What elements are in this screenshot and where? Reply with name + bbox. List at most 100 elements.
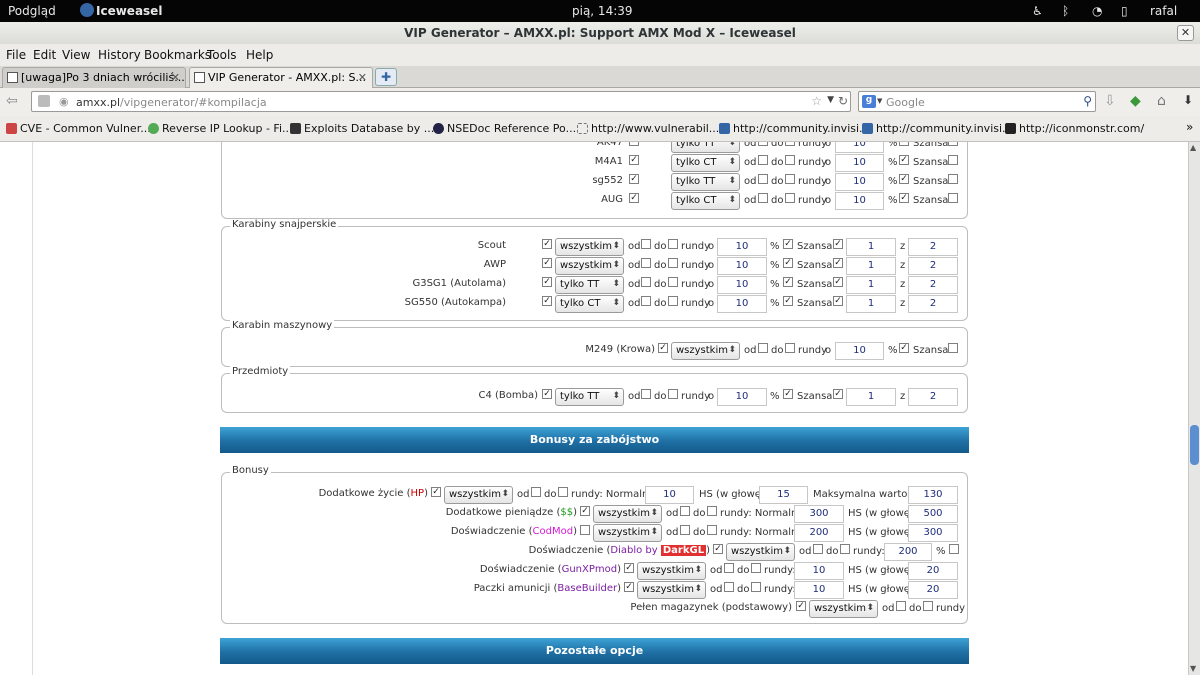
- money-headshot-input[interactable]: 500: [908, 505, 958, 523]
- from-round-checkbox[interactable]: [641, 296, 651, 306]
- team-select[interactable]: wszystkim: [671, 342, 740, 360]
- to-round-checkbox[interactable]: [668, 277, 678, 287]
- range-to-input[interactable]: 2: [908, 276, 958, 294]
- from-round-checkbox[interactable]: [724, 582, 734, 592]
- to-round-checkbox[interactable]: [785, 193, 795, 203]
- range-from-input[interactable]: 1: [846, 257, 896, 275]
- chance-extra-checkbox[interactable]: [948, 174, 958, 184]
- money-normal-input[interactable]: 300: [794, 505, 844, 523]
- vertical-scrollbar[interactable]: ▲ ▼: [1188, 142, 1200, 675]
- chance-checkbox[interactable]: ✓: [783, 296, 793, 306]
- from-round-checkbox[interactable]: [758, 174, 768, 184]
- menu-download-icon[interactable]: ⬇: [1183, 93, 1193, 107]
- bookmark-reverse-ip[interactable]: Reverse IP Lookup - Fi...: [148, 122, 293, 135]
- home-icon[interactable]: ⌂: [1157, 93, 1166, 109]
- to-round-checkbox[interactable]: [840, 544, 850, 554]
- tab-vip-generator[interactable]: VIP Generator - AMXX.pl: S... ✕: [189, 67, 373, 88]
- battery-icon[interactable]: ▯: [1121, 4, 1128, 18]
- google-engine-icon[interactable]: g: [862, 95, 876, 108]
- to-round-checkbox[interactable]: [785, 155, 795, 165]
- menu-bookmarks[interactable]: Bookmarks: [144, 48, 211, 62]
- range-to-input[interactable]: 2: [908, 257, 958, 275]
- weapon-enabled-checkbox[interactable]: ✓: [629, 142, 639, 146]
- codmod-headshot-input[interactable]: 300: [908, 524, 958, 542]
- addon-icon[interactable]: ◆: [1130, 93, 1141, 109]
- weapon-enabled-checkbox[interactable]: ✓: [542, 277, 552, 287]
- hp-enabled-checkbox[interactable]: ✓: [431, 487, 441, 497]
- menu-history[interactable]: History: [98, 48, 141, 62]
- chance-checkbox[interactable]: ✓: [899, 343, 909, 353]
- chance-extra-checkbox[interactable]: [948, 343, 958, 353]
- wifi-icon[interactable]: ◔: [1092, 4, 1102, 18]
- to-round-checkbox[interactable]: [668, 296, 678, 306]
- team-select[interactable]: wszystkim: [637, 562, 706, 580]
- to-round-checkbox[interactable]: [751, 563, 761, 573]
- weapon-enabled-checkbox[interactable]: ✓: [542, 258, 552, 268]
- ammo-headshot-input[interactable]: 20: [908, 581, 958, 599]
- team-select[interactable]: wszystkim: [555, 238, 624, 256]
- reload-icon[interactable]: ↻: [838, 94, 848, 108]
- bookmarks-overflow-icon[interactable]: »: [1186, 120, 1193, 134]
- team-select[interactable]: tylko CT: [555, 295, 624, 313]
- engine-dropdown-icon[interactable]: ▼: [877, 97, 882, 105]
- hp-normal-input[interactable]: 10: [645, 486, 694, 504]
- weapon-enabled-checkbox[interactable]: ✓: [629, 174, 639, 184]
- to-round-checkbox[interactable]: [668, 389, 678, 399]
- bookmark-vulnerability[interactable]: http://www.vulnerabil...: [577, 122, 719, 135]
- range-to-input[interactable]: 2: [908, 295, 958, 313]
- from-round-checkbox[interactable]: [531, 487, 541, 497]
- codmod-enabled-checkbox[interactable]: [580, 525, 590, 535]
- bookmark-community-1[interactable]: http://community.invisi...: [719, 122, 870, 135]
- to-round-checkbox[interactable]: [668, 258, 678, 268]
- to-round-checkbox[interactable]: [751, 582, 761, 592]
- to-round-checkbox[interactable]: [558, 487, 568, 497]
- value-input[interactable]: 10: [717, 276, 767, 294]
- to-round-checkbox[interactable]: [668, 239, 678, 249]
- from-round-checkbox[interactable]: [641, 277, 651, 287]
- to-round-checkbox[interactable]: [785, 343, 795, 353]
- gunxp-value-input[interactable]: 10: [794, 562, 844, 580]
- user-menu[interactable]: rafal: [1150, 4, 1177, 18]
- search-bar[interactable]: g ▼ Google ⚲: [858, 91, 1096, 112]
- team-select[interactable]: tylko TT: [555, 388, 624, 406]
- to-round-checkbox[interactable]: [785, 174, 795, 184]
- range-checkbox[interactable]: ✓: [833, 258, 843, 268]
- activities-button[interactable]: Podgląd: [8, 4, 56, 18]
- url-bar[interactable]: ◉ amxx.pl/vipgenerator/#kompilacja ☆ ▼ ↻: [31, 91, 851, 112]
- ammo-enabled-checkbox[interactable]: ✓: [624, 582, 634, 592]
- search-icon[interactable]: ⚲: [1083, 94, 1092, 108]
- range-from-input[interactable]: 1: [846, 295, 896, 313]
- menu-file[interactable]: File: [6, 48, 26, 62]
- from-round-checkbox[interactable]: [813, 544, 823, 554]
- team-select[interactable]: tylko CT: [671, 192, 740, 210]
- team-select[interactable]: tylko TT: [671, 173, 740, 191]
- chance-checkbox[interactable]: ✓: [783, 277, 793, 287]
- item-enabled-checkbox[interactable]: ✓: [542, 389, 552, 399]
- range-to-input[interactable]: 2: [908, 238, 958, 256]
- chance-extra-checkbox[interactable]: [948, 193, 958, 203]
- ammo-value-input[interactable]: 10: [794, 581, 844, 599]
- hp-max-input[interactable]: 130: [908, 486, 958, 504]
- bookmark-star-icon[interactable]: ☆: [811, 94, 822, 108]
- bluetooth-icon[interactable]: ᛒ: [1062, 4, 1069, 18]
- chance-checkbox[interactable]: ✓: [783, 258, 793, 268]
- range-from-input[interactable]: 1: [846, 238, 896, 256]
- from-round-checkbox[interactable]: [896, 601, 906, 611]
- to-round-checkbox[interactable]: [707, 525, 717, 535]
- value-input[interactable]: 10: [717, 238, 767, 256]
- value-input[interactable]: 10: [835, 173, 884, 191]
- chance-checkbox[interactable]: ✓: [783, 239, 793, 249]
- diablo-value-input[interactable]: 200: [884, 543, 932, 561]
- team-select[interactable]: wszystkim: [809, 600, 878, 618]
- money-enabled-checkbox[interactable]: ✓: [580, 506, 590, 516]
- tab-close-icon[interactable]: ✕: [171, 71, 180, 84]
- scroll-down-icon[interactable]: ▼: [1190, 664, 1196, 673]
- team-select[interactable]: tylko TT: [671, 142, 740, 153]
- back-arrow-icon[interactable]: ⇦: [6, 93, 18, 109]
- team-select[interactable]: tylko TT: [555, 276, 624, 294]
- url-dropdown-icon[interactable]: ▼: [827, 95, 834, 105]
- bookmark-iconmonstr[interactable]: http://iconmonstr.com/: [1005, 122, 1144, 135]
- range-checkbox[interactable]: ✓: [833, 239, 843, 249]
- team-select[interactable]: wszystkim: [726, 543, 795, 561]
- menu-help[interactable]: Help: [246, 48, 273, 62]
